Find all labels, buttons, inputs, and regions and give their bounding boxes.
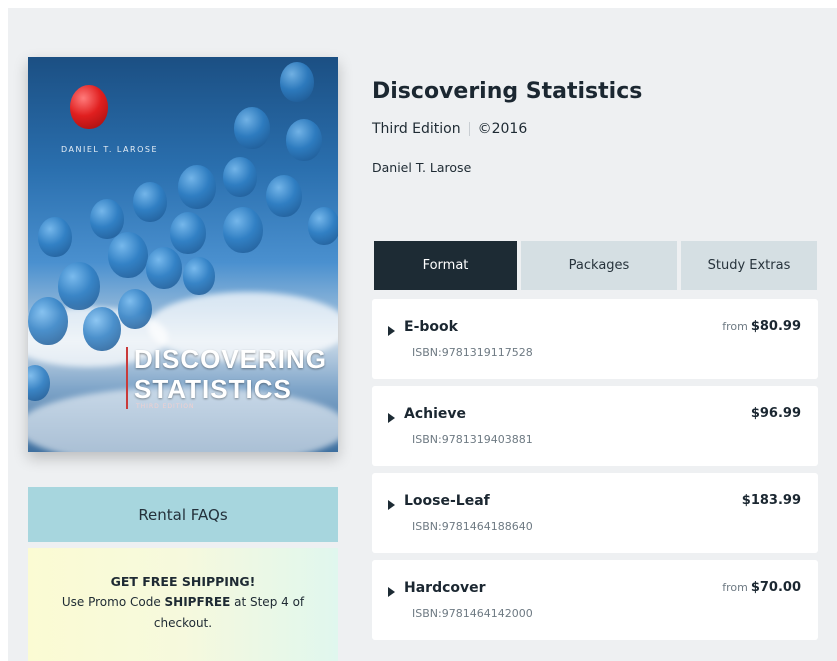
format-name: Achieve [404,406,467,422]
balloon [178,165,216,209]
cover-edition: THIRD EDITION [136,403,195,410]
format-isbn: ISBN:9781319117528 [412,346,533,359]
format-isbn: ISBN:9781464142000 [412,607,533,620]
book-year: ©2016 [477,121,528,137]
tab-study-extras[interactable]: Study Extras [681,241,817,290]
format-name: Hardcover [404,580,486,596]
shipping-heading: GET FREE SHIPPING! [110,574,256,589]
cover-title-line1: DISCOVERING [134,344,328,374]
format-option-achieve[interactable]: Achieve ISBN:9781319403881 $96.99 [372,386,818,466]
balloon [38,217,72,257]
format-isbn: ISBN:9781464188640 [412,520,533,533]
book-cover-image: DANIEL T. LAROSE DISCOVERING STATISTICS … [28,57,338,452]
free-shipping-promo: GET FREE SHIPPING! Use Promo Code SHIPFR… [28,548,338,661]
edition-row: Third Edition ©2016 [372,121,527,137]
tab-format[interactable]: Format [374,241,517,290]
format-price: from $70.00 [722,580,801,595]
promo-text-prefix: Use Promo Code [61,595,165,609]
tab-packages-label: Packages [568,258,630,273]
rental-faqs-button[interactable]: Rental FAQs [28,487,338,542]
balloon [308,207,338,245]
promo-text-suffix: at Step 4 of [230,595,305,609]
format-name: E-book [404,319,458,335]
edition-separator [468,122,470,136]
price-from-label: from [722,581,748,594]
expand-arrow-icon [388,326,395,336]
book-edition: Third Edition [372,121,461,137]
price-value: $70.00 [750,580,801,595]
shipping-promo-text-end: checkout. [153,616,213,630]
tab-packages[interactable]: Packages [521,241,677,290]
balloon [266,175,302,217]
balloon [223,207,263,253]
balloon [28,297,68,345]
balloon [146,247,182,289]
balloon [286,119,322,161]
balloon [108,232,148,278]
cover-author: DANIEL T. LAROSE [61,145,159,154]
format-option-ebook[interactable]: E-book ISBN:9781319117528 from $80.99 [372,299,818,379]
balloon [183,257,215,295]
red-balloon [70,85,108,129]
format-option-hardcover[interactable]: Hardcover ISBN:9781464142000 from $70.00 [372,560,818,640]
price-from-label: from [722,320,748,333]
balloon [280,62,314,102]
format-isbn: ISBN:9781319403881 [412,433,533,446]
price-value: $183.99 [741,493,801,508]
price-value: $80.99 [750,319,801,334]
balloon [83,307,121,351]
format-option-loose-leaf[interactable]: Loose-Leaf ISBN:9781464188640 $183.99 [372,473,818,553]
expand-arrow-icon [388,413,395,423]
balloon [133,182,167,222]
promo-code: SHIPFREE [164,595,231,609]
rental-faqs-label: Rental FAQs [138,505,228,524]
book-author: Daniel T. Larose [372,160,472,175]
format-price: from $80.99 [722,319,801,334]
balloon [170,212,206,254]
expand-arrow-icon [388,587,395,597]
format-price: $183.99 [739,493,801,508]
tab-study-extras-label: Study Extras [707,258,791,273]
price-value: $96.99 [750,406,801,421]
balloon [118,289,152,329]
format-name: Loose-Leaf [404,493,490,509]
expand-arrow-icon [388,500,395,510]
balloon [234,107,270,149]
book-title: Discovering Statistics [372,79,643,104]
balloon [28,365,50,401]
format-price: $96.99 [748,406,801,421]
balloon [58,262,100,310]
balloon [223,157,257,197]
cover-rule [126,347,128,409]
tab-format-label: Format [422,258,469,273]
shipping-promo-text: Use Promo Code SHIPFREE at Step 4 of [28,592,338,613]
cover-title-line2: STATISTICS [134,374,292,404]
